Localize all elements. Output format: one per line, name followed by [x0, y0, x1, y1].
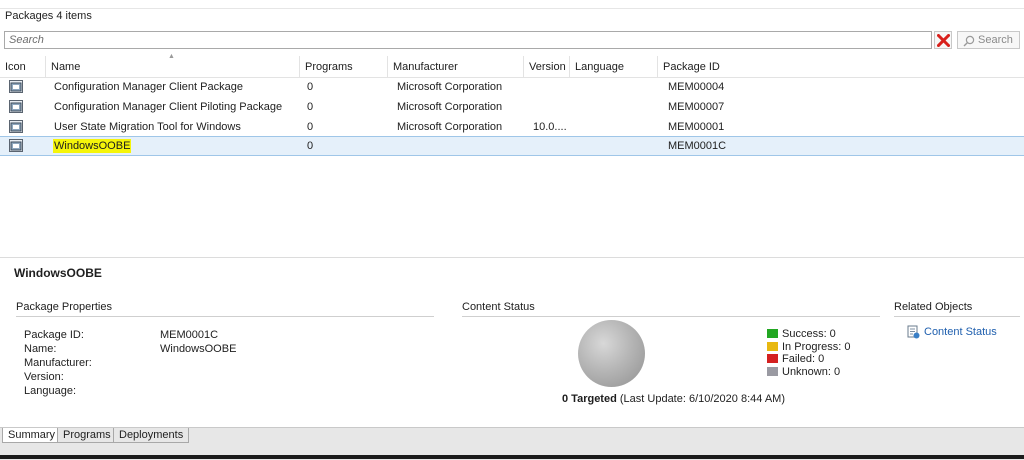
search-input[interactable]: [4, 31, 932, 49]
targeted-summary: 0 Targeted (Last Update: 6/10/2020 8:44 …: [562, 393, 785, 405]
cell-programs: 0: [307, 140, 314, 152]
search-button[interactable]: Search: [957, 31, 1020, 49]
search-bar: Search: [4, 31, 1020, 51]
content-status-divider: [462, 316, 880, 317]
tab-programs[interactable]: Programs: [57, 428, 117, 443]
cell-programs: 0: [307, 121, 314, 133]
targeted-count: 0 Targeted: [562, 393, 617, 405]
cell-programs: 0: [307, 81, 314, 93]
column-header-manufacturer[interactable]: Manufacturer: [388, 56, 524, 77]
cell-name: WindowsOOBE: [53, 137, 132, 157]
cell-package-id: MEM00004: [668, 81, 725, 93]
content-status-pie-chart: [578, 320, 645, 387]
legend-swatch-unknown: [767, 367, 778, 376]
prop-label-manufacturer: Manufacturer:: [24, 357, 92, 369]
last-update: (Last Update: 6/10/2020 8:44 AM): [619, 393, 785, 405]
legend-swatch-success: [767, 329, 778, 338]
search-button-label: Search: [978, 34, 1013, 46]
list-header-title: Packages 4 items: [5, 10, 92, 22]
highlighted-name: WindowsOOBE: [53, 139, 132, 153]
legend-swatch-failed: [767, 354, 778, 363]
cell-package-id: MEM00007: [668, 101, 725, 113]
content-status-icon: [907, 325, 920, 339]
table-row[interactable]: User State Migration Tool for Windows 0 …: [0, 117, 1024, 137]
column-header-programs[interactable]: Programs: [300, 56, 388, 77]
legend-success: Success: 0: [767, 328, 836, 341]
prop-value-package-id: MEM0001C: [160, 329, 219, 341]
column-header-version[interactable]: Version: [524, 56, 570, 77]
column-header-package-id[interactable]: Package ID: [658, 56, 1024, 77]
cell-name: User State Migration Tool for Windows: [54, 121, 241, 133]
prop-label-version: Version:: [24, 371, 64, 383]
prop-label-language: Language:: [24, 385, 76, 397]
table-row-selected[interactable]: WindowsOOBE 0 MEM0001C: [0, 136, 1024, 156]
package-icon: [9, 80, 23, 93]
details-divider: [0, 257, 1024, 258]
related-objects-divider: [894, 316, 1020, 317]
package-icon: [9, 139, 23, 152]
search-icon: [963, 35, 975, 47]
details-title: WindowsOOBE: [14, 266, 102, 280]
prop-label-package-id: Package ID:: [24, 329, 84, 341]
cell-package-id: MEM00001: [668, 121, 725, 133]
window-bottom-edge: [0, 455, 1024, 459]
package-icon: [9, 100, 23, 113]
content-status-title: Content Status: [462, 301, 535, 313]
cell-package-id: MEM0001C: [668, 140, 727, 152]
grid-header: Icon Name Programs Manufacturer Version …: [0, 56, 1024, 78]
cell-programs: 0: [307, 101, 314, 113]
related-objects-title: Related Objects: [894, 301, 973, 313]
column-header-language[interactable]: Language: [570, 56, 658, 77]
package-icon: [9, 120, 23, 133]
column-header-icon[interactable]: Icon: [0, 56, 46, 77]
tab-summary[interactable]: Summary: [2, 428, 62, 443]
legend-swatch-in-progress: [767, 342, 778, 351]
close-icon: [937, 34, 950, 47]
cell-manufacturer: Microsoft Corporation: [397, 101, 503, 113]
cell-version: 10.0....: [533, 121, 567, 133]
legend-unknown: Unknown: 0: [767, 366, 840, 379]
tab-deployments[interactable]: Deployments: [113, 428, 190, 443]
cell-name: Configuration Manager Client Piloting Pa…: [54, 101, 283, 113]
cell-name: Configuration Manager Client Package: [54, 81, 243, 93]
legend-failed: Failed: 0: [767, 353, 824, 366]
package-properties-title: Package Properties: [16, 301, 112, 313]
prop-label-name: Name:: [24, 343, 57, 355]
table-row[interactable]: Configuration Manager Client Package 0 M…: [0, 77, 1024, 97]
content-status-link-label: Content Status: [924, 326, 997, 338]
table-row[interactable]: Configuration Manager Client Piloting Pa…: [0, 97, 1024, 117]
prop-value-name: WindowsOOBE: [160, 343, 237, 355]
cell-manufacturer: Microsoft Corporation: [397, 81, 503, 93]
clear-search-button[interactable]: [934, 31, 952, 49]
package-properties-divider: [16, 316, 434, 317]
window-top-bar: [0, 0, 1024, 9]
sort-ascending-icon: ▲: [168, 53, 175, 60]
cell-manufacturer: Microsoft Corporation: [397, 121, 503, 133]
